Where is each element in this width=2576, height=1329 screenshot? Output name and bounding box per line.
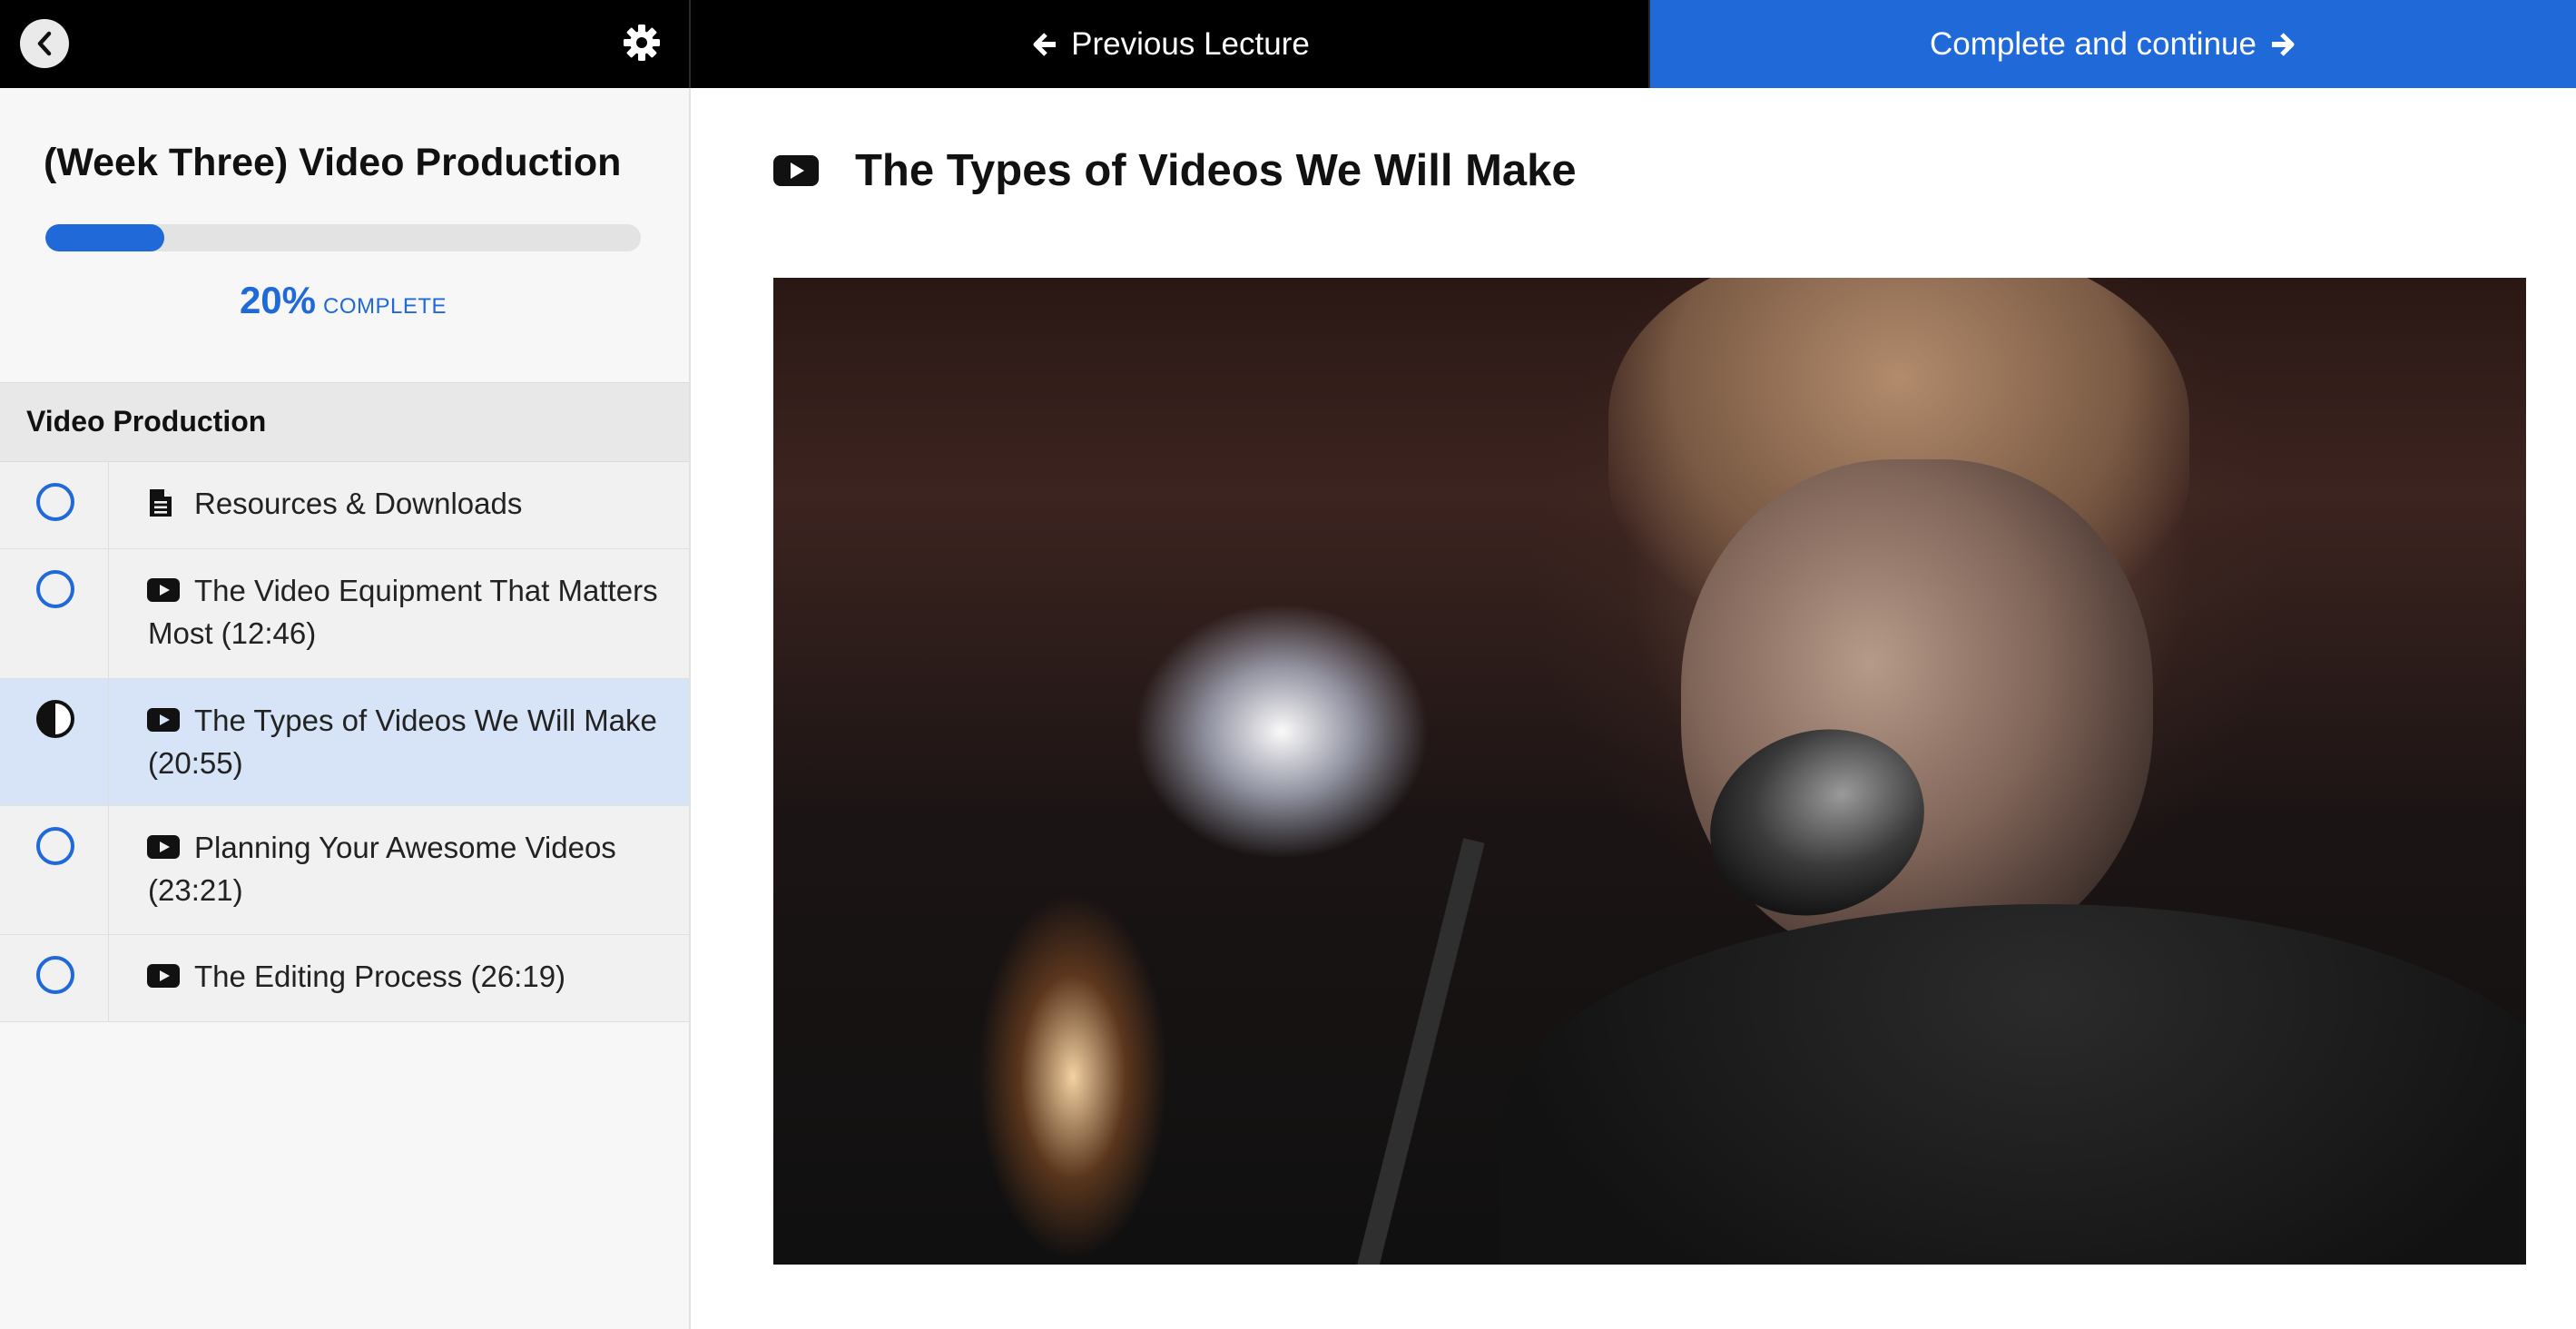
top-bar: Previous Lecture Complete and continue (0, 0, 2576, 88)
section-title: Video Production (26, 405, 267, 438)
lecture-title-heading: The Types of Videos We Will Make (855, 146, 1577, 195)
previous-lecture-button[interactable]: Previous Lecture (693, 0, 1650, 88)
play-icon (773, 155, 819, 186)
lecture-title: The Types of Videos We Will Make (20:55) (147, 679, 689, 804)
video-frame-detail (1499, 904, 2526, 1265)
play-icon (147, 578, 180, 602)
lecture-title: The Video Equipment That Matters Most (12… (147, 549, 689, 674)
chevron-left-icon (37, 31, 52, 56)
complete-and-continue-label: Complete and continue (1930, 25, 2256, 62)
previous-lecture-label: Previous Lecture (1071, 25, 1310, 62)
lecture-title-text: The Video Equipment That Matters (194, 574, 658, 607)
play-icon (147, 708, 180, 732)
lecture-item-planning[interactable]: Planning Your Awesome Videos (23:21) (0, 806, 689, 935)
complete-and-continue-button[interactable]: Complete and continue (1650, 0, 2576, 88)
progress-suffix: COMPLETE (323, 294, 447, 319)
play-icon (147, 964, 180, 988)
lecture-heading: The Types of Videos We Will Make (773, 145, 1577, 196)
lecture-title-text: Planning Your Awesome Videos (194, 831, 616, 864)
lecture-item-resources[interactable]: Resources & Downloads (0, 462, 689, 549)
back-button[interactable] (20, 19, 69, 68)
course-progress-fill (45, 224, 165, 251)
lecture-title-text: The Types of Videos We Will Make (194, 704, 657, 737)
lecture-status[interactable] (0, 462, 109, 548)
course-progress-bar (45, 224, 641, 251)
half-circle-icon (36, 700, 74, 738)
arrow-right-icon (2271, 32, 2295, 56)
course-title: (Week Three) Video Production (44, 141, 622, 184)
lecture-item-types-of-videos[interactable]: The Types of Videos We Will Make (20:55) (0, 679, 689, 806)
lecture-title-text: Resources & Downloads (194, 487, 523, 520)
lecture-title-text-continued: Most (12:46) (148, 616, 317, 650)
course-sidebar: (Week Three) Video Production 20% COMPLET… (0, 88, 691, 1329)
circle-outline-icon (36, 827, 74, 865)
circle-outline-icon (36, 570, 74, 608)
lecture-item-editing[interactable]: The Editing Process (26:19) (0, 935, 689, 1022)
gear-icon (624, 25, 660, 61)
circle-outline-icon (36, 956, 74, 994)
play-icon (147, 835, 180, 859)
circle-outline-icon (36, 483, 74, 521)
top-bar-left (0, 0, 691, 88)
lecture-status[interactable] (0, 806, 109, 934)
video-frame-detail (1349, 838, 1485, 1265)
lecture-title: The Editing Process (26:19) (147, 935, 689, 1018)
lecture-title: Planning Your Awesome Videos (23:21) (147, 806, 689, 931)
section-header: Video Production (0, 382, 689, 462)
course-progress-label: 20% COMPLETE (0, 279, 686, 322)
lecture-title-text: The Editing Process (26:19) (194, 960, 566, 993)
lecture-title-text-continued: (20:55) (148, 746, 243, 780)
lecture-item-video-equipment[interactable]: The Video Equipment That Matters Most (12… (0, 549, 689, 679)
lecture-status[interactable] (0, 679, 109, 805)
lecture-status[interactable] (0, 549, 109, 678)
lecture-title: Resources & Downloads (148, 462, 689, 545)
settings-button[interactable] (620, 21, 664, 64)
lecture-title-text-continued: (23:21) (148, 873, 243, 907)
lecture-status[interactable] (0, 935, 109, 1021)
lecture-list: Resources & Downloads The Video Equipmen… (0, 462, 689, 1022)
document-icon (150, 489, 172, 517)
progress-percent: 20% (239, 279, 317, 321)
arrow-left-icon (1033, 32, 1057, 56)
video-player[interactable] (773, 278, 2526, 1265)
